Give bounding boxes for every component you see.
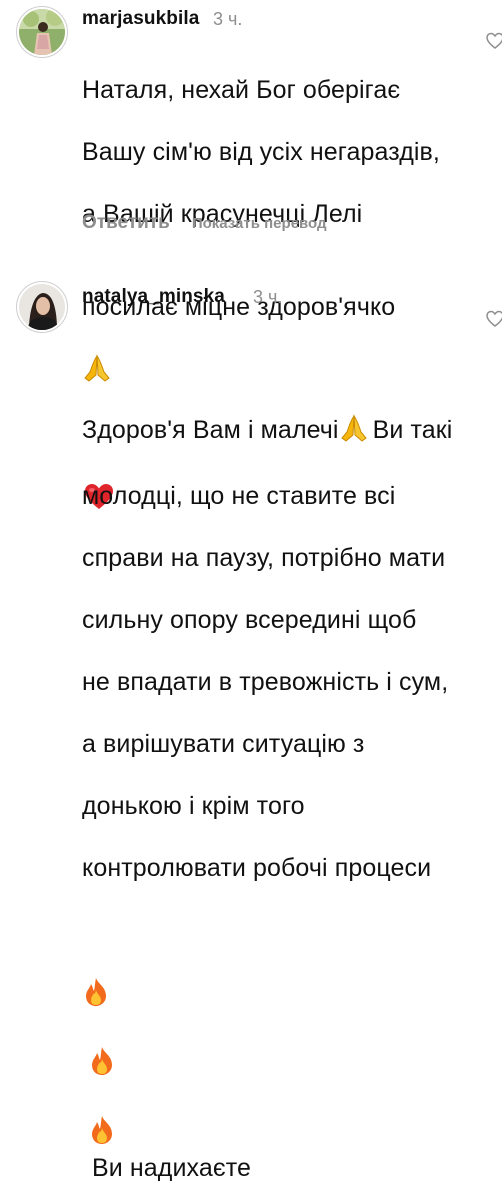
comment-text-line: а вирішувати ситуацію з [82, 730, 365, 758]
comment-text-line: донькою і крім того [82, 792, 305, 820]
comment-username[interactable]: natalya_minska [82, 286, 225, 308]
reply-button[interactable]: Ответить [82, 212, 170, 234]
comment-text-line: не впадати в тревожність і сум, [82, 668, 449, 696]
comment-text-line: сильну опору всередині щоб [82, 606, 417, 634]
heart-outline-icon[interactable] [486, 32, 502, 50]
comment-text-line: Наталя, нехай Бог оберігає [82, 76, 401, 104]
comment-text-line: контролювати робочі процеси [82, 854, 432, 882]
comment-text-line: Здоров'я Вам і малечі Ви такі [82, 352, 452, 450]
comment-username[interactable]: marjasukbila [82, 8, 199, 30]
avatar[interactable] [19, 284, 65, 330]
comment-natalya-minska: natalya_minska 3 ч. Здоров'я Вам і малеч… [0, 270, 502, 1182]
comment-text-line: молодці, що не ставите всі [82, 482, 396, 510]
fire-emoji-icon [82, 946, 110, 1015]
comment-text-line: справи на паузу, потрібно мати [82, 544, 446, 572]
show-translation-button[interactable]: Показать перевод [192, 215, 327, 232]
comment-time: 3 ч. [213, 9, 243, 29]
comment-marjasukbila: marjasukbila 3 ч. Наталя, нехай Бог обер… [0, 0, 502, 509]
comment-text-line: Вашу сім'ю від усіх негараздів, [82, 138, 440, 166]
praying-hands-emoji-icon [339, 383, 369, 450]
comment-time: 3 ч. [253, 287, 283, 307]
heart-outline-icon[interactable] [486, 310, 502, 328]
fire-emoji-icon [88, 1015, 116, 1084]
avatar-photo [19, 284, 65, 330]
fire-emoji-icon [88, 1084, 116, 1153]
comment-text: Здоров'я Вам і малечі Ви такі молодці, щ… [82, 321, 452, 1200]
comment-actions: Ответить Показать перевод [82, 212, 327, 234]
comment-text-segment: Здоров'я Вам і малечі [82, 416, 339, 444]
comment-text-segment: Ви такі [372, 416, 453, 444]
comment-text-segment: Ви надихаєте [92, 1154, 252, 1182]
avatar[interactable] [19, 9, 65, 55]
avatar-photo [19, 9, 65, 55]
comment-text-line: Ви надихаєте [82, 915, 452, 1184]
